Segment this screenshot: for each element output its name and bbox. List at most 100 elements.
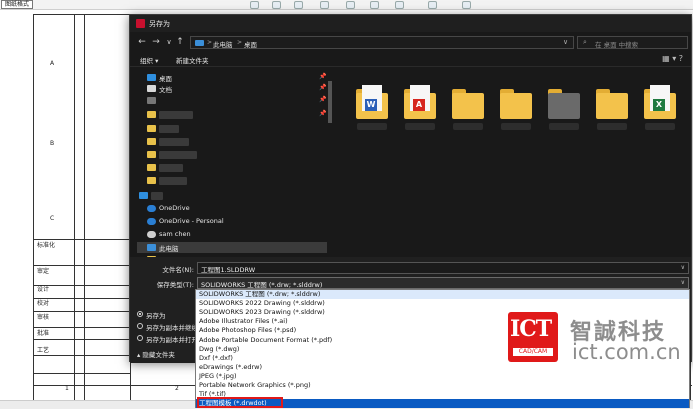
search-icon: ⌕ bbox=[583, 38, 587, 46]
sidebar-item-onedrive[interactable]: OneDrive bbox=[137, 203, 327, 214]
sidebar-item-label: 桌面 bbox=[159, 75, 172, 83]
scrollbar-thumb[interactable] bbox=[328, 81, 332, 123]
address-bar[interactable]: > 此电脑 > 桌面 ∨ bbox=[190, 36, 574, 49]
appearance-icon[interactable] bbox=[462, 1, 471, 9]
sidebar-item-blurred[interactable] bbox=[137, 162, 327, 173]
sidebar-item-blurred[interactable] bbox=[137, 123, 327, 134]
sidebar-item-label: sam chen bbox=[159, 230, 191, 238]
dialog-titlebar[interactable]: 另存为 bbox=[130, 15, 691, 32]
forward-arrow-icon[interactable]: → bbox=[150, 36, 162, 48]
sheet-format-tab[interactable]: 图纸格式 bbox=[1, 0, 34, 9]
search-placeholder: 在 桌面 中搜索 bbox=[595, 41, 639, 49]
folder-icon bbox=[452, 93, 484, 119]
filename-value: 工程图1.SLDDRW bbox=[201, 266, 256, 274]
sidebar-item-blurred[interactable] bbox=[137, 149, 327, 160]
pan-icon[interactable] bbox=[272, 1, 281, 9]
file-item-folder[interactable] bbox=[499, 79, 533, 141]
filename-label: 文件名(N): bbox=[162, 266, 194, 274]
title-block-cell: 审核 bbox=[37, 314, 50, 321]
folder-icon bbox=[147, 151, 156, 158]
pdf-document-icon: A bbox=[410, 85, 430, 111]
file-item-excel[interactable]: X bbox=[643, 79, 677, 141]
title-block-cell: 设计 bbox=[37, 286, 50, 293]
file-item-blurred[interactable] bbox=[547, 79, 581, 141]
sidebar-item-desktop[interactable]: 桌面 📌 bbox=[137, 72, 327, 83]
sidebar-item-label: 此电脑 bbox=[159, 245, 179, 253]
zoom-fit-icon[interactable] bbox=[294, 1, 303, 9]
logo-subtext: CAD/CAM bbox=[513, 348, 553, 356]
sidebar-item-label: OneDrive - Personal bbox=[159, 217, 224, 225]
cad-toolbar: 图纸格式 bbox=[0, 0, 693, 10]
sidebar-item-user[interactable]: sam chen bbox=[137, 229, 327, 240]
sidebar-item-blurred[interactable] bbox=[137, 190, 327, 201]
radio-button[interactable] bbox=[137, 311, 143, 317]
computer-icon bbox=[147, 244, 156, 251]
logo-text: ICT bbox=[510, 316, 552, 342]
user-icon bbox=[147, 231, 156, 238]
hide-folders-button[interactable]: ▴ 隐藏文件夹 bbox=[137, 349, 175, 359]
save-type-option[interactable]: eDrawings (*.edrw) bbox=[196, 363, 689, 372]
pin-icon[interactable]: 📌 bbox=[319, 110, 326, 117]
pin-icon[interactable]: 📌 bbox=[319, 73, 326, 80]
ict-logo: ICT CAD/CAM bbox=[508, 312, 558, 362]
save-type-value: SOLIDWORKS 工程图 (*.drw; *.slddrw) bbox=[201, 281, 323, 289]
title-block-cell: 审定 bbox=[37, 268, 50, 275]
save-type-option[interactable]: SOLIDWORKS 工程图 (*.drw; *.slddrw) bbox=[196, 290, 689, 300]
up-arrow-icon[interactable]: ↑ bbox=[174, 36, 186, 48]
sidebar-item-label: 文档 bbox=[159, 86, 172, 94]
title-block-cell: 校对 bbox=[37, 300, 50, 307]
hide-show-icon[interactable] bbox=[428, 1, 437, 9]
radio-button[interactable] bbox=[137, 323, 143, 329]
save-type-option[interactable]: Portable Network Graphics (*.png) bbox=[196, 381, 689, 390]
pin-icon[interactable]: 📌 bbox=[319, 84, 326, 91]
file-item-folder[interactable] bbox=[595, 79, 629, 141]
title-block-cell: 标准化 bbox=[37, 242, 56, 249]
search-input[interactable]: ⌕ 在 桌面 中搜索 bbox=[577, 36, 688, 49]
sidebar-item-blurred[interactable] bbox=[137, 175, 327, 186]
new-folder-button[interactable]: 新建文件夹 bbox=[176, 55, 209, 65]
sidebar-item-this-pc[interactable]: 此电脑 bbox=[137, 242, 327, 253]
folder-icon bbox=[500, 93, 532, 119]
file-item-folder[interactable] bbox=[451, 79, 485, 141]
radio-label: 另存为副本并继续 bbox=[146, 324, 198, 332]
filename-input[interactable]: 工程图1.SLDDRW ∨ bbox=[197, 262, 689, 274]
breadcrumb-separator: > bbox=[207, 39, 213, 46]
save-type-option[interactable]: SOLIDWORKS 2022 Drawing (*.slddrw) bbox=[196, 299, 689, 308]
chevron-down-icon[interactable]: ∨ bbox=[681, 279, 685, 286]
file-item-word[interactable]: W bbox=[355, 79, 389, 141]
highlight-box bbox=[197, 397, 283, 408]
view-options-icon[interactable]: ▦ ▾ ? bbox=[662, 54, 683, 63]
title-block-cell: 批准 bbox=[37, 330, 50, 337]
navigation-pane: 桌面 📌 文档 📌 📌 📌 OneDrive OneDrive - Person… bbox=[137, 69, 327, 260]
file-view: W A X bbox=[335, 69, 691, 257]
pin-icon[interactable]: 📌 bbox=[319, 96, 326, 103]
back-arrow-icon[interactable]: ← bbox=[136, 36, 148, 48]
breadcrumb-this-pc[interactable]: 此电脑 bbox=[213, 39, 233, 49]
view-orient-icon[interactable] bbox=[370, 1, 379, 9]
folder-icon bbox=[147, 177, 156, 184]
sidebar-item-documents[interactable]: 文档 📌 bbox=[137, 83, 327, 94]
word-document-icon: W bbox=[362, 85, 382, 111]
breadcrumb-desktop[interactable]: 桌面 bbox=[244, 39, 257, 49]
zoom-icon[interactable] bbox=[250, 1, 259, 9]
cloud-icon bbox=[147, 205, 156, 212]
zoom-area-icon[interactable] bbox=[320, 1, 329, 9]
folder-icon bbox=[596, 93, 628, 119]
organize-menu[interactable]: 组织 ▾ bbox=[140, 55, 158, 65]
command-bar: 组织 ▾ 新建文件夹 ▦ ▾ ? bbox=[130, 53, 691, 67]
desktop-folder-icon bbox=[147, 74, 156, 81]
chevron-down-icon[interactable]: ∨ bbox=[681, 264, 685, 271]
computer-icon bbox=[195, 40, 204, 46]
file-item-pdf[interactable]: A bbox=[403, 79, 437, 141]
sidebar-item-onedrive-personal[interactable]: OneDrive - Personal bbox=[137, 216, 327, 227]
address-dropdown-icon[interactable]: ∨ bbox=[563, 38, 568, 46]
sidebar-item-blurred[interactable]: 📌 bbox=[137, 95, 327, 106]
save-type-select[interactable]: SOLIDWORKS 工程图 (*.drw; *.slddrw) ∨ bbox=[197, 277, 689, 289]
sidebar-scrollbar[interactable] bbox=[328, 69, 332, 257]
sidebar-item-blurred[interactable]: 📌 bbox=[137, 109, 327, 120]
rotate-icon[interactable] bbox=[346, 1, 355, 9]
save-type-option[interactable]: JPEG (*.jpg) bbox=[196, 372, 689, 381]
display-style-icon[interactable] bbox=[395, 1, 404, 9]
sidebar-item-blurred[interactable] bbox=[137, 136, 327, 147]
radio-button[interactable] bbox=[137, 335, 143, 341]
